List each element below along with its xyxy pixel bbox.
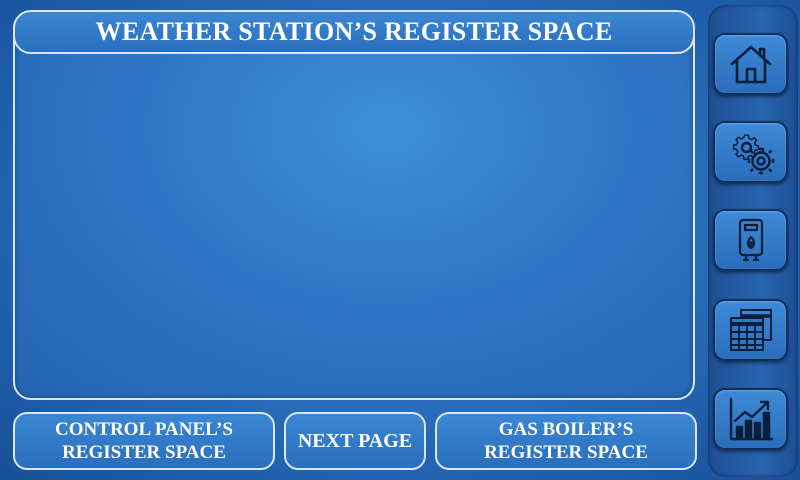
next-page-label: NEXT PAGE: [297, 429, 413, 452]
settings-gears-icon: [732, 134, 774, 175]
statistics-button[interactable]: [713, 388, 788, 450]
gas-boiler-register-label: GAS BOILER’S REGISTER SPACE: [484, 419, 648, 463]
home-icon: [730, 45, 771, 84]
page-title: WEATHER STATION’S REGISTER SPACE: [13, 10, 695, 54]
home-button[interactable]: [713, 33, 788, 95]
register-content-area: [13, 12, 695, 400]
schedule-table-button[interactable]: [713, 299, 788, 361]
bar-chart-trend-icon: [729, 397, 773, 441]
gas-boiler-icon: [738, 218, 763, 262]
control-panel-register-label: CONTROL PANEL’S REGISTER SPACE: [55, 419, 233, 463]
next-page-button[interactable]: NEXT PAGE: [284, 412, 426, 470]
gas-boiler-register-button[interactable]: GAS BOILER’S REGISTER SPACE: [435, 412, 697, 470]
gas-boiler-button[interactable]: [713, 209, 788, 271]
control-panel-register-button[interactable]: CONTROL PANEL’S REGISTER SPACE: [13, 412, 275, 470]
settings-button[interactable]: [713, 121, 788, 183]
calendar-grid-icon: [729, 309, 772, 351]
page-title-text: WEATHER STATION’S REGISTER SPACE: [95, 17, 613, 46]
